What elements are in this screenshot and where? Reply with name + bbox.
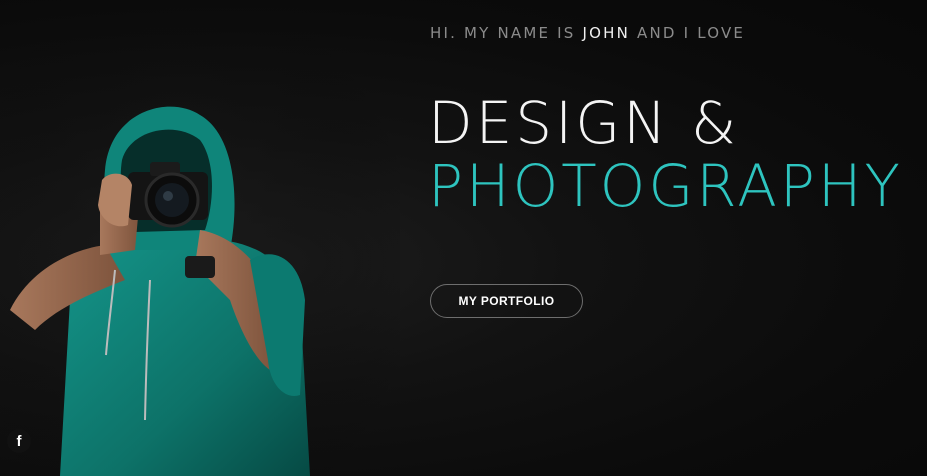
- intro-name: JOHN: [582, 24, 631, 42]
- intro-prefix: HI. MY NAME IS: [430, 24, 583, 42]
- facebook-icon[interactable]: f: [7, 429, 31, 453]
- intro-text: HI. MY NAME IS JOHN AND I LOVE: [430, 24, 745, 42]
- facebook-glyph: f: [16, 432, 22, 450]
- intro-suffix: AND I LOVE: [630, 24, 746, 42]
- photographer-image: Canon: [0, 0, 400, 476]
- my-portfolio-button[interactable]: MY PORTFOLIO: [430, 284, 583, 318]
- hero-section: Canon HI. MY NAME IS JOHN AND I LOVE DES…: [0, 0, 927, 476]
- hero-title-photography: PHOTOGRAPHY: [428, 152, 903, 220]
- hero-title-design: DESIGN &: [428, 89, 740, 157]
